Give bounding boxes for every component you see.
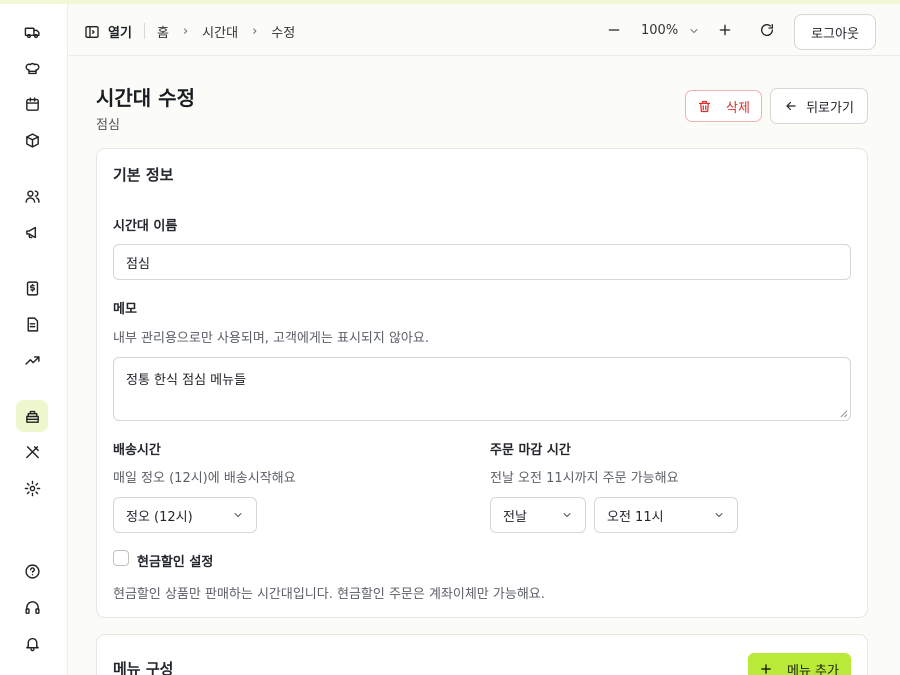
cutoff-time-value: 오전 11시	[607, 509, 664, 525]
breadcrumb-timeslot[interactable]: 시간대	[202, 22, 238, 41]
top-bar: 열기 홈 › 시간대 › 수정 100% 로그아웃	[69, 4, 900, 56]
breadcrumb: 홈 › 시간대 › 수정	[157, 22, 295, 41]
help-icon[interactable]	[16, 555, 48, 587]
delivery-time-select[interactable]: 정오 (12시)	[113, 497, 257, 533]
page-subtitle: 점심	[96, 118, 120, 133]
delete-button[interactable]: 삭제	[685, 90, 762, 122]
chevron-down-icon	[563, 513, 571, 518]
main-content: 열기 홈 › 시간대 › 수정 100% 로그아웃 시간대 수정 점심 삭제 뒤…	[69, 4, 900, 675]
refresh-icon	[761, 24, 774, 36]
cash-discount-label[interactable]: 현금할인 설정	[137, 551, 213, 570]
sidebar-toggle-button[interactable]: 열기	[84, 22, 132, 41]
trend-icon[interactable]	[16, 344, 48, 376]
menu-section-title: 메뉴 구성	[113, 660, 174, 675]
delivery-time-value: 정오 (12시)	[126, 509, 193, 525]
zoom-select[interactable]: 100%	[641, 23, 700, 38]
document-icon[interactable]	[16, 308, 48, 340]
plus-icon	[761, 664, 771, 674]
back-label: 뒤로가기	[806, 100, 854, 116]
box-icon[interactable]	[16, 124, 48, 156]
chevron-down-icon	[690, 28, 698, 33]
cash-discount-checkbox[interactable]	[113, 550, 129, 566]
memo-textarea[interactable]: 정통 한식 점심 메뉴들	[113, 357, 851, 421]
breadcrumb-edit: 수정	[271, 26, 296, 41]
memo-label: 메모	[113, 302, 137, 317]
utensils-icon[interactable]	[16, 436, 48, 468]
refresh-button[interactable]	[759, 22, 775, 38]
name-input[interactable]: 점심	[113, 244, 851, 280]
page-title: 시간대 수정	[96, 86, 195, 110]
lunchbox-icon[interactable]	[16, 400, 48, 432]
memo-help: 내부 관리용으로만 사용되며, 고객에게는 표시되지 않아요.	[113, 331, 429, 346]
zoom-out-button[interactable]	[606, 22, 622, 38]
name-label: 시간대 이름	[113, 219, 178, 234]
cutoff-time-select[interactable]: 오전 11시	[594, 497, 738, 533]
cutoff-help: 전날 오전 11시까지 주문 가능해요	[490, 471, 679, 486]
chef-hat-icon[interactable]	[16, 52, 48, 84]
sidebar	[0, 4, 68, 675]
dollar-receipt-icon[interactable]	[16, 272, 48, 304]
delivery-label: 배송시간	[113, 443, 161, 458]
basic-info-card: 기본 정보 시간대 이름 점심 메모 내부 관리용으로만 사용되며, 고객에게는…	[96, 148, 868, 618]
gear-icon[interactable]	[16, 472, 48, 504]
chevron-right-icon: ›	[182, 24, 189, 39]
menu-composition-card: 메뉴 구성 메뉴 추가	[96, 634, 868, 675]
trash-icon	[698, 100, 711, 112]
truck-icon[interactable]	[16, 16, 48, 48]
zoom-in-button[interactable]	[717, 22, 733, 38]
sidebar-toggle-label: 열기	[108, 26, 132, 41]
chevron-right-icon: ›	[252, 24, 258, 39]
section-title: 기본 정보	[113, 166, 174, 184]
back-button[interactable]: 뒤로가기	[770, 88, 868, 124]
breadcrumb-home[interactable]: 홈	[157, 22, 169, 41]
logout-label: 로그아웃	[811, 26, 859, 42]
minus-icon	[608, 29, 620, 31]
delete-label: 삭제	[726, 100, 750, 116]
resize-grip-icon[interactable]	[839, 409, 848, 418]
chevron-down-icon	[234, 513, 242, 518]
cash-discount-help: 현금할인 상품만 판매하는 시간대입니다. 현금할인 주문은 계좌이체만 가능해…	[113, 587, 545, 602]
calendar-icon[interactable]	[16, 88, 48, 120]
arrow-left-icon	[786, 101, 796, 111]
divider	[144, 23, 145, 39]
users-icon[interactable]	[16, 180, 48, 212]
memo-value: 정통 한식 점심 메뉴들	[126, 373, 247, 388]
sidebar-panel-icon	[84, 24, 100, 40]
logout-button[interactable]: 로그아웃	[794, 14, 876, 50]
chevron-down-icon	[715, 513, 723, 518]
headset-icon[interactable]	[16, 591, 48, 623]
cutoff-day-value: 전날	[503, 509, 527, 525]
zoom-value: 100%	[641, 23, 679, 38]
cutoff-day-select[interactable]: 전날	[490, 497, 586, 533]
megaphone-icon[interactable]	[16, 216, 48, 248]
add-menu-label: 메뉴 추가	[787, 663, 839, 675]
plus-icon	[719, 24, 731, 36]
delivery-help: 매일 정오 (12시)에 배송시작해요	[113, 471, 296, 486]
cutoff-label: 주문 마감 시간	[490, 443, 571, 458]
bell-icon[interactable]	[16, 627, 48, 659]
add-menu-button[interactable]: 메뉴 추가	[748, 653, 851, 675]
